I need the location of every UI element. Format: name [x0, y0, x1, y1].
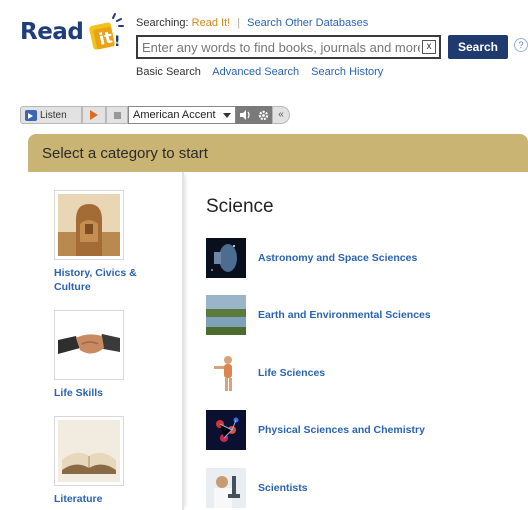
subcategory-label[interactable]: Physical Sciences and Chemistry	[258, 424, 425, 436]
stop-icon	[113, 111, 121, 119]
category-image-book[interactable]	[54, 416, 124, 486]
separator: |	[237, 17, 241, 29]
category-literature[interactable]: Literature	[54, 416, 164, 506]
subcategory-area: Science Astronomy and Space Sciences Ear…	[206, 172, 528, 510]
volume-button[interactable]	[236, 106, 254, 124]
accent-select[interactable]: American Accent	[128, 106, 236, 124]
listen-button[interactable]: Listen	[20, 106, 82, 124]
stop-button[interactable]	[106, 106, 128, 124]
play-icon	[90, 110, 98, 120]
basic-search-label: Basic Search	[136, 66, 201, 78]
category-panel: Select a category to start History, Civi…	[28, 134, 528, 510]
category-list: History, Civics & Culture Life Skills Li…	[28, 172, 184, 510]
logo-mark-icon: it !	[89, 13, 124, 50]
speaker-icon	[25, 109, 37, 121]
listen-label: Listen	[40, 109, 67, 121]
category-image-sphinx[interactable]	[54, 190, 124, 260]
subcategory-astronomy[interactable]: Astronomy and Space Sciences	[206, 238, 528, 282]
search-input[interactable]	[142, 39, 420, 56]
settings-button[interactable]	[254, 106, 272, 124]
logo-text: Read	[20, 19, 84, 45]
search-scope: Searching: Read It! | Search Other Datab…	[136, 17, 368, 29]
volume-icon	[240, 110, 250, 120]
category-life-skills[interactable]: Life Skills	[54, 310, 164, 400]
scientists-thumbnail[interactable]	[206, 468, 246, 508]
search-history-link[interactable]: Search History	[311, 66, 383, 78]
subcategory-label[interactable]: Earth and Environmental Sciences	[258, 309, 431, 321]
current-database: Read It!	[191, 17, 231, 29]
help-icon[interactable]: ?	[514, 38, 528, 52]
chevron-down-icon	[223, 113, 231, 118]
section-title: Science	[206, 196, 274, 217]
play-button[interactable]	[82, 106, 106, 124]
listen-toolbar: Listen American Accent «	[20, 106, 290, 124]
subcategory-physical-chemistry[interactable]: Physical Sciences and Chemistry	[206, 410, 528, 454]
subcategory-label[interactable]: Astronomy and Space Sciences	[258, 252, 417, 264]
searching-label: Searching:	[136, 17, 189, 29]
search-mode-links: Basic Search Advanced Search Search Hist…	[136, 66, 392, 78]
svg-text:!: !	[114, 34, 120, 50]
search-other-databases-link[interactable]: Search Other Databases	[247, 17, 368, 29]
astronomy-thumbnail[interactable]	[206, 238, 246, 278]
chemistry-thumbnail[interactable]	[206, 410, 246, 450]
clear-search-icon[interactable]: x	[422, 40, 436, 54]
category-label[interactable]: Literature	[54, 492, 164, 506]
advanced-search-link[interactable]: Advanced Search	[212, 66, 299, 78]
read-it-logo[interactable]: Read it !	[20, 12, 125, 50]
panel-header: Select a category to start	[28, 134, 528, 172]
category-image-handshake[interactable]	[54, 310, 124, 380]
panel-title: Select a category to start	[42, 145, 208, 162]
search-box: x	[136, 35, 441, 59]
category-label[interactable]: Life Skills	[54, 386, 164, 400]
gear-icon	[258, 110, 268, 120]
subcategory-scientists[interactable]: Scientists	[206, 468, 528, 510]
subcategory-label[interactable]: Scientists	[258, 482, 308, 494]
life-sciences-thumbnail[interactable]	[206, 353, 246, 393]
subcategory-life-sciences[interactable]: Life Sciences	[206, 353, 528, 397]
subcategory-label[interactable]: Life Sciences	[258, 367, 325, 379]
category-label[interactable]: History, Civics & Culture	[54, 266, 164, 294]
accent-selected-value: American Accent	[133, 109, 216, 121]
subcategory-earth-environmental[interactable]: Earth and Environmental Sciences	[206, 295, 528, 339]
search-button[interactable]: Search	[448, 35, 508, 59]
category-history-civics-culture[interactable]: History, Civics & Culture	[54, 190, 164, 294]
collapse-toolbar-button[interactable]: «	[272, 106, 290, 124]
earth-thumbnail[interactable]	[206, 295, 246, 335]
